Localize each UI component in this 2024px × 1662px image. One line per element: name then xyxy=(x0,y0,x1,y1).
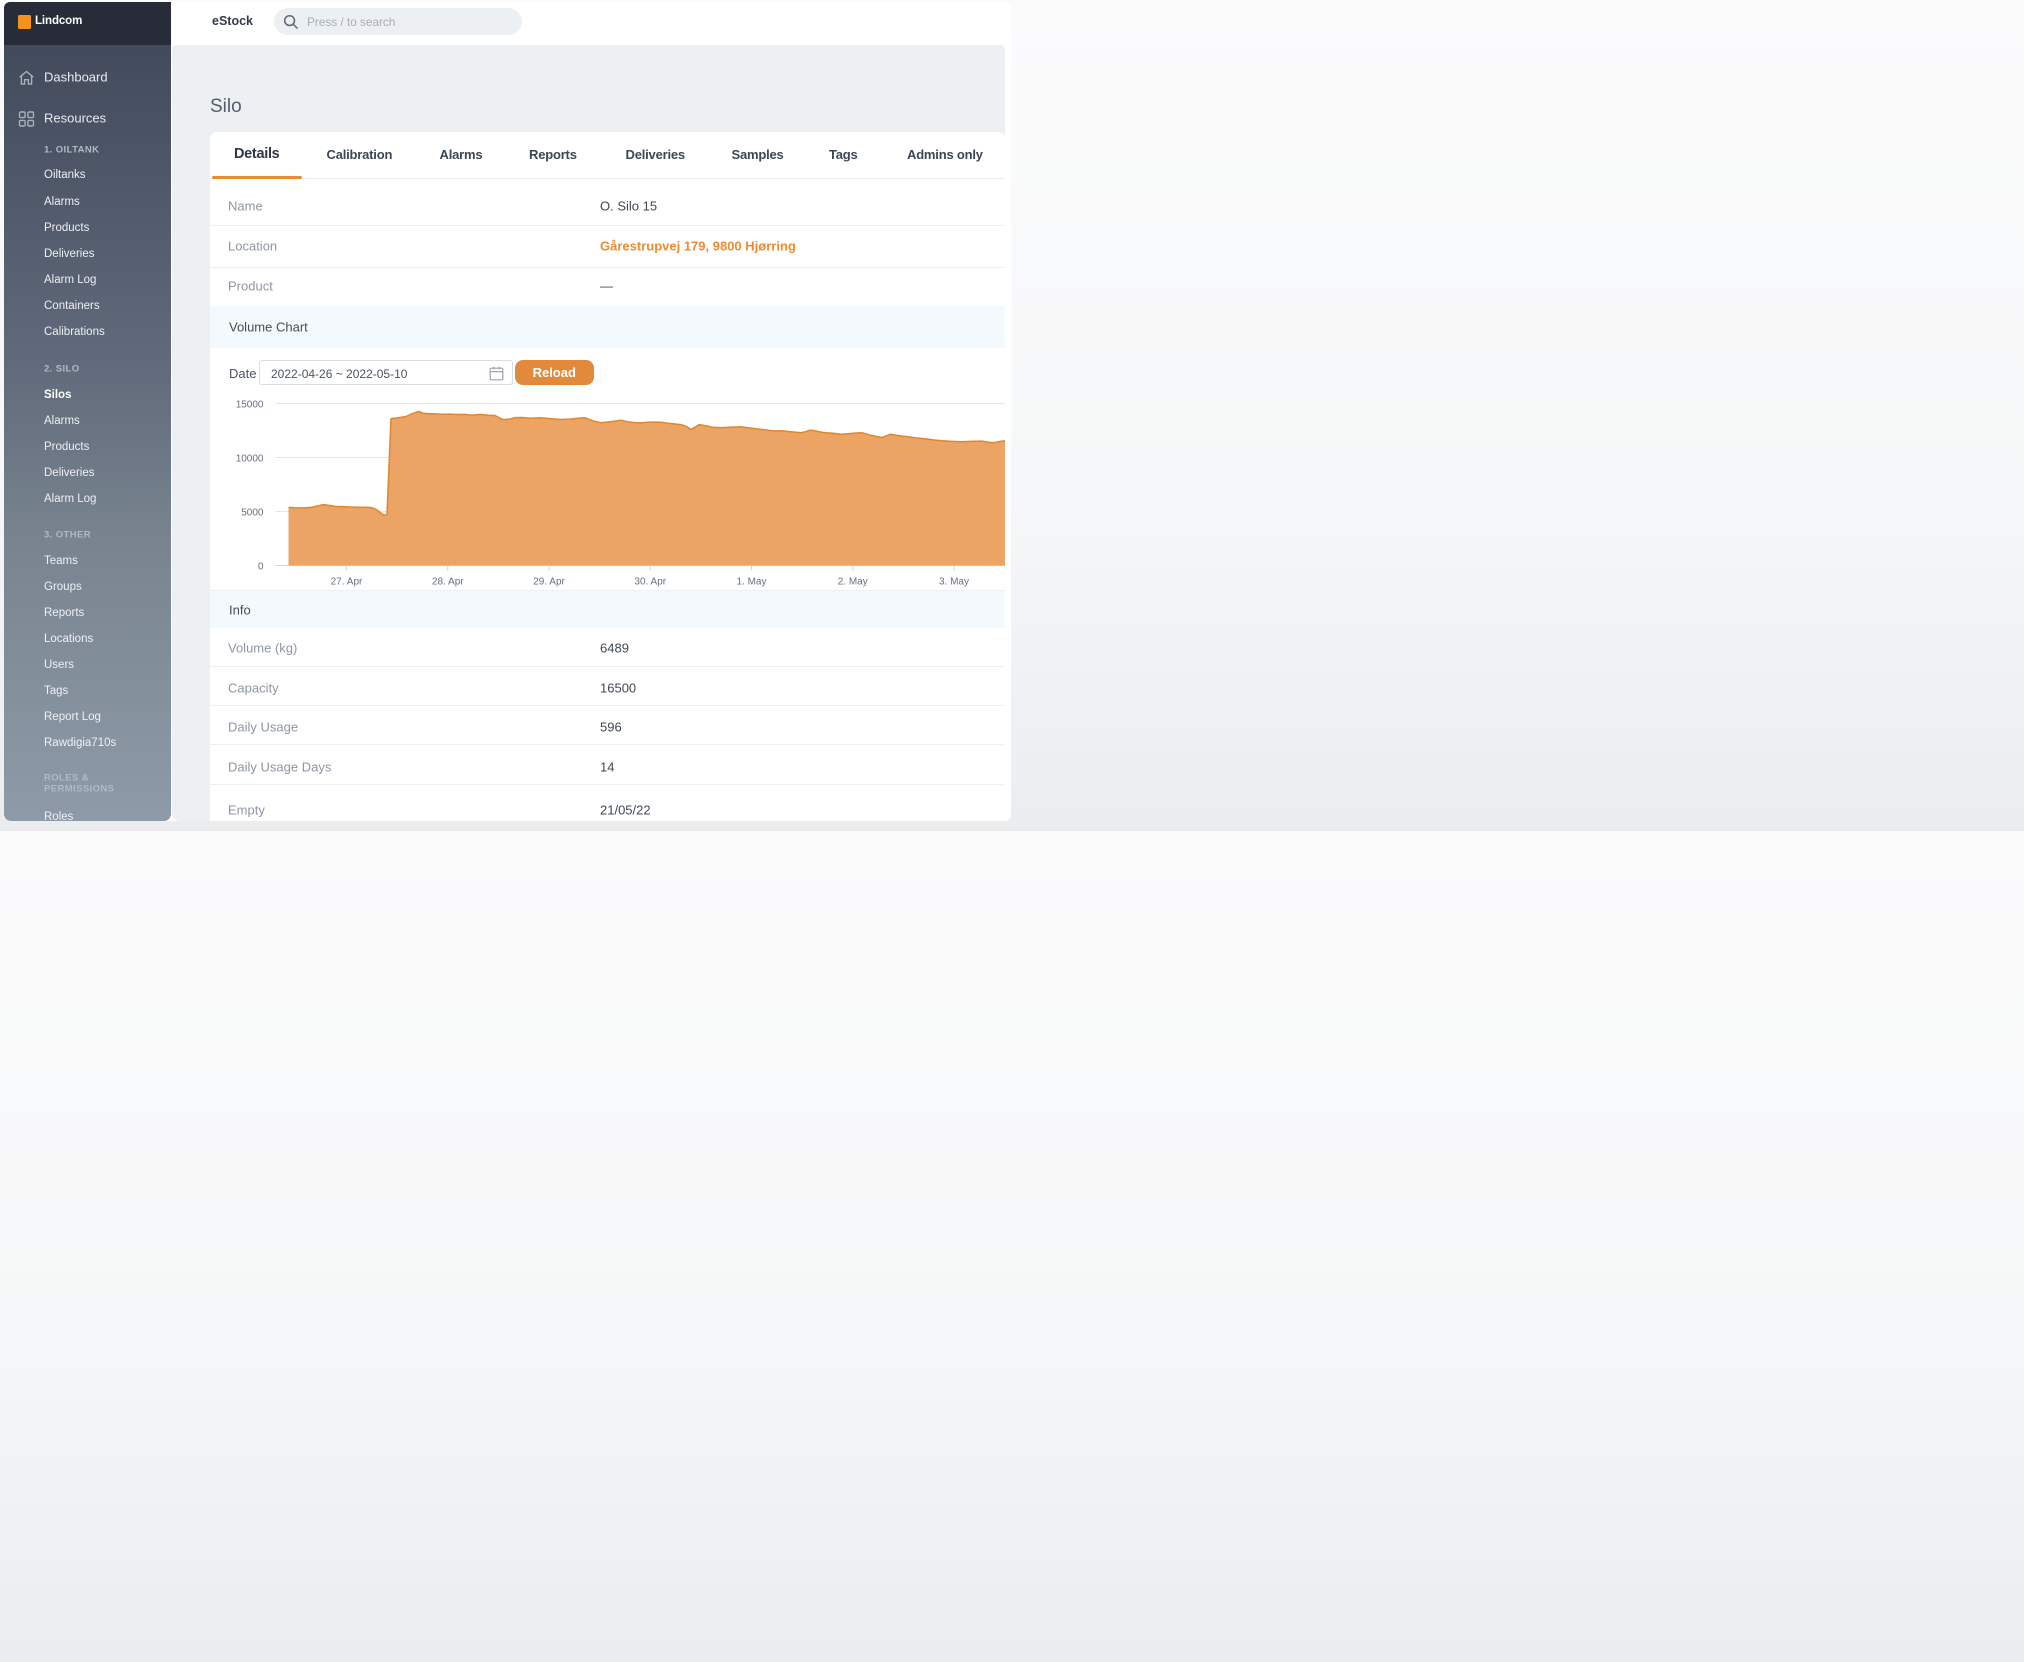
svg-text:2. May: 2. May xyxy=(838,576,868,587)
svg-text:28. Apr: 28. Apr xyxy=(432,576,464,587)
svg-text:1. May: 1. May xyxy=(736,576,766,587)
svg-text:27. Apr: 27. Apr xyxy=(331,576,363,587)
svg-text:10000: 10000 xyxy=(236,453,264,464)
svg-text:5000: 5000 xyxy=(241,507,264,518)
svg-text:30. Apr: 30. Apr xyxy=(634,576,666,587)
svg-text:29. Apr: 29. Apr xyxy=(533,576,565,587)
svg-text:3. May: 3. May xyxy=(939,576,969,587)
svg-text:15000: 15000 xyxy=(236,399,264,410)
svg-text:0: 0 xyxy=(258,561,264,572)
